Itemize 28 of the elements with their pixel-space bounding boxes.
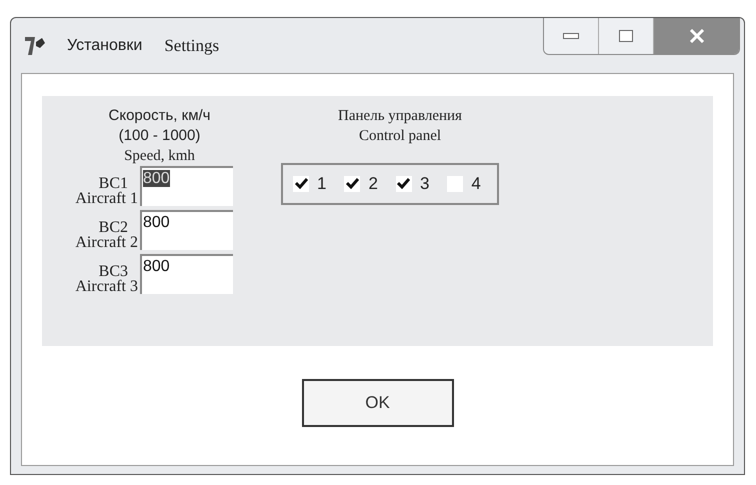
speed-field[interactable]: 800 (140, 254, 233, 294)
panel-heading: Панель управления (338, 107, 462, 126)
close-icon (688, 29, 704, 43)
aircraft-label: Aircraft 2 (75, 235, 138, 250)
aircraft-code: ВС1 (98, 176, 129, 191)
checkbox-label: 2 (368, 173, 378, 195)
aircraft-code: ВС2 (98, 220, 129, 235)
window-title: Settings (164, 34, 220, 57)
panel-heading: Control panel (358, 127, 442, 146)
speed-heading: Speed, kmh (124, 147, 195, 166)
speed-field[interactable]: 800 (140, 210, 233, 250)
aircraft-label: Aircraft 1 (75, 191, 138, 206)
checkbox-label: 4 (471, 173, 481, 195)
speed-heading: Скорость, км/ч (108, 106, 210, 126)
ok-button[interactable]: OK (302, 378, 454, 426)
maximize-button[interactable] (599, 18, 654, 54)
window-title: Установки (67, 36, 142, 56)
minimize-button[interactable] (544, 18, 599, 54)
checkbox[interactable] (293, 176, 309, 192)
aircraft-code: ВС3 (98, 264, 129, 279)
speed-range: (100 - 1000) (118, 126, 200, 146)
close-button[interactable] (654, 18, 739, 54)
speed-field[interactable]: 800 (140, 166, 233, 206)
checkbox[interactable] (344, 176, 360, 192)
checkbox[interactable] (396, 176, 412, 192)
aircraft-label: Aircraft 3 (75, 279, 138, 294)
checkbox-label: 3 (420, 173, 430, 195)
checkbox-label: 1 (317, 173, 326, 195)
